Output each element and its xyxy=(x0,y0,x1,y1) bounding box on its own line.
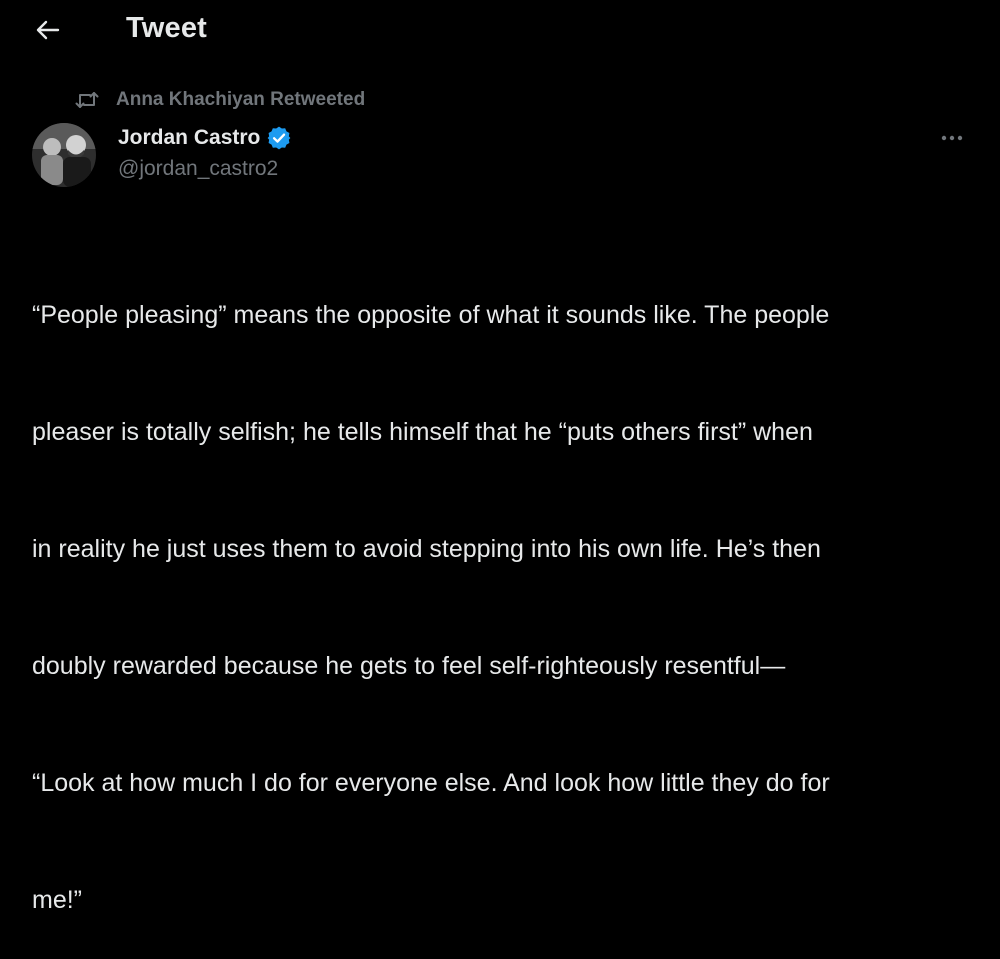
tweet-text: “People pleasing” means the opposite of … xyxy=(32,218,982,959)
avatar[interactable] xyxy=(32,123,96,187)
more-options-button[interactable] xyxy=(932,124,972,152)
author-name-row: Jordan Castro xyxy=(118,124,292,152)
author-name[interactable]: Jordan Castro xyxy=(118,126,260,150)
page-title: Tweet xyxy=(126,12,208,44)
tweet-text-line: me!” xyxy=(32,886,82,914)
tweet-text-line: in reality he just uses them to avoid st… xyxy=(32,535,821,563)
arrow-left-icon xyxy=(36,20,60,45)
back-button[interactable] xyxy=(30,14,66,50)
tweet-text-line: “People pleasing” means the opposite of … xyxy=(32,301,830,329)
more-dots-icon xyxy=(940,129,964,147)
author-handle[interactable]: @jordan_castro2 xyxy=(118,157,278,181)
retweet-context: Anna Khachiyan Retweeted xyxy=(74,88,365,112)
retweet-icon xyxy=(74,89,100,111)
tweet-text-line: doubly rewarded because he gets to feel … xyxy=(32,652,786,680)
retweet-label[interactable]: Anna Khachiyan Retweeted xyxy=(116,89,365,111)
top-bar: Tweet xyxy=(0,0,1000,62)
verified-badge-icon xyxy=(266,125,292,151)
tweet-text-line: pleaser is totally selfish; he tells him… xyxy=(32,418,813,446)
tweet-text-line: “Look at how much I do for everyone else… xyxy=(32,769,830,797)
